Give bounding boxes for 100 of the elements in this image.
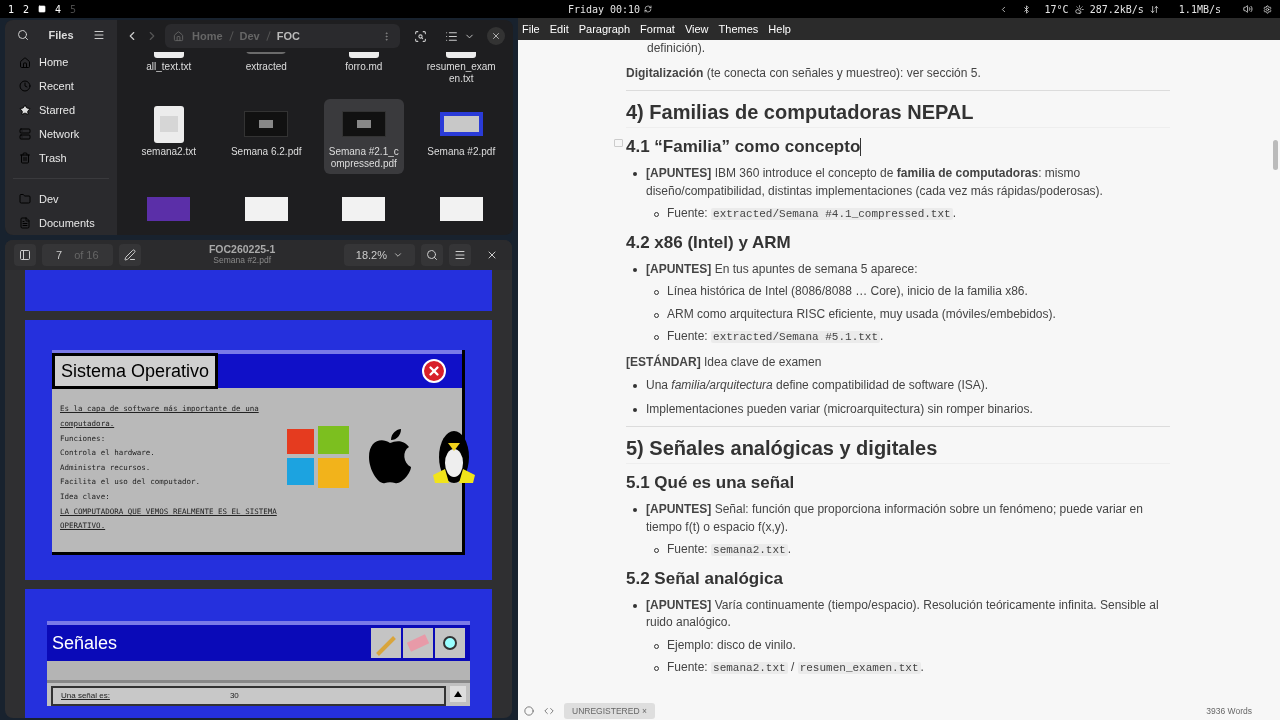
file-tile[interactable]: Semana #2.1_compressed.pdf [324, 99, 404, 174]
workspace-number[interactable]: 2 [23, 1, 30, 17]
sidebar-toggle-icon[interactable] [14, 244, 36, 266]
list-item-text: Ejemplo: disco de vinilo. [667, 636, 796, 654]
menu-item[interactable]: Edit [549, 20, 569, 38]
eraser-icon [403, 628, 433, 659]
file-name: extracted [244, 61, 288, 73]
list-item-text: Línea histórica de Intel (8086/8088 … Core), inicio de la familia x86. [667, 283, 1028, 300]
scrollbar-thumb[interactable] [1273, 140, 1278, 170]
menu-item[interactable]: File [522, 20, 540, 38]
server-icon [19, 128, 31, 141]
sidebar-item[interactable]: Network [39, 126, 80, 143]
breadcrumb-item[interactable]: FOC [276, 27, 300, 45]
document-icon [19, 217, 31, 230]
list-item-text: ARM como arquitectura RISC eficiente, muy usada (móviles/embebidos). [667, 305, 1056, 323]
slide-thumbnail [439, 197, 483, 221]
file-name: resumen_examen.txt [425, 61, 497, 85]
menu-icon[interactable] [449, 244, 471, 266]
text-cursor [860, 138, 862, 156]
bullet-icon [633, 603, 637, 608]
list-item-text: [APUNTES] En tus apuntes de semana 5 aparece: [646, 260, 918, 278]
workspace-number[interactable]: 4 [55, 1, 62, 17]
sidebar-item[interactable]: Recent [39, 78, 74, 95]
close-icon [422, 359, 446, 384]
folder-icon [19, 193, 31, 206]
home-icon [19, 56, 31, 69]
sidebar-item[interactable]: Documents [39, 214, 95, 232]
file-tile[interactable]: Semana #2.pdf [421, 99, 501, 174]
bluetooth-icon[interactable] [1021, 4, 1031, 14]
workspace-number[interactable]: 1 [8, 1, 15, 17]
document-title: FOC260225-1 [208, 244, 276, 255]
menu-item[interactable]: Format [640, 20, 675, 38]
file-tile[interactable]: all_text.txt [129, 52, 209, 89]
menu-icon[interactable] [93, 29, 105, 42]
slide-thumbnail [244, 111, 289, 137]
trash-icon [19, 152, 31, 165]
network-icon [1149, 4, 1159, 14]
scroll-up-icon [450, 686, 466, 703]
path-bar[interactable]: Home Dev FOC [165, 24, 400, 48]
sidebar-item[interactable]: Home [39, 54, 69, 71]
menu-item[interactable]: Paragraph [578, 20, 631, 38]
temperature-text: 17°C [1044, 2, 1069, 17]
pencil-icon [371, 628, 401, 659]
zoom-dropdown[interactable]: 18.2% [343, 244, 415, 266]
slide-title: Sistema Operativo [52, 353, 219, 390]
close-icon[interactable] [487, 27, 505, 45]
file-tile[interactable]: extracted [226, 52, 306, 89]
apple-logo [366, 429, 413, 486]
sidebar-item[interactable]: Starred [39, 102, 76, 119]
subsection-heading: 4.1 “Familia” como concepto [626, 136, 861, 158]
bullet-icon [633, 384, 637, 388]
subsection-heading: 5.1 Qué es una señal [626, 472, 795, 494]
document-icon [153, 105, 184, 143]
file-tile[interactable]: Semana 6.2.pdf [226, 99, 306, 174]
menu-item[interactable]: View [684, 20, 709, 38]
menu-item[interactable]: Help [768, 20, 791, 38]
refresh-icon [644, 5, 653, 13]
upload-speed-text: 287.2kB/s [1089, 2, 1144, 17]
active-workspace-icon[interactable] [38, 5, 47, 13]
sidebar-item[interactable]: Dev [39, 190, 59, 208]
search-icon[interactable] [421, 244, 443, 266]
paragraph-text: [ESTÁNDAR] Idea clave de examen [626, 354, 822, 369]
file-name: semana2.txt [140, 146, 197, 158]
paragraph-text: definición). [647, 41, 706, 55]
subsection-heading: 4.2 x86 (Intel) y ARM [626, 231, 791, 254]
list-view-icon[interactable] [445, 29, 458, 43]
slide-thumbnail [342, 197, 386, 221]
slide-thumbnail [439, 112, 483, 136]
list-item-text: Una familia/arquitectura define compatibilidad de software (ISA). [646, 377, 989, 394]
slide-thumbnail [147, 197, 191, 221]
list-item-text: Fuente: extracted/Semana #5.1.txt . [667, 328, 884, 345]
file-tile[interactable]: forro.md [324, 52, 404, 89]
slide-text: Una señal es: [61, 690, 110, 703]
star-icon [19, 104, 31, 117]
slide-thumbnail [244, 197, 288, 221]
menu-item[interactable]: Themes [718, 20, 759, 38]
settings-icon[interactable] [1263, 4, 1272, 14]
code-icon[interactable] [544, 706, 554, 716]
download-speed-text: 1.1MB/s [1178, 2, 1221, 17]
search-icon[interactable] [414, 29, 427, 43]
clock-text: Friday 00:10 [567, 2, 641, 17]
search-icon[interactable] [17, 29, 29, 42]
window-title: Files [48, 28, 74, 44]
file-tile[interactable]: resumen_examen.txt [421, 52, 501, 89]
volume-icon[interactable] [1243, 4, 1253, 14]
word-count: 3936 Words [1206, 704, 1252, 718]
section-heading: 4) Familias de computadoras NEPAL [626, 101, 974, 123]
file-name: forro.md [344, 61, 384, 73]
slide-thumbnail [341, 111, 386, 137]
heading-marker-icon[interactable] [614, 139, 623, 147]
sidebar-item[interactable]: Trash [39, 150, 67, 167]
file-name: Semana #2.pdf [426, 146, 497, 158]
list-item-text: [APUNTES] IBM 360 introduce el concepto de familia de computadoras: mismo diseño/compatibilidad, distintas implementaciones (cada vez más rápidas/poderosas). [646, 165, 1104, 200]
list-item-text: Implementaciones pueden variar (microarquitectura) sin romper binarios. [646, 400, 1033, 418]
unregistered-badge[interactable]: UNREGISTERED × [564, 702, 655, 720]
magnifier-icon [435, 628, 465, 659]
annotate-icon[interactable] [118, 244, 141, 266]
file-tile[interactable]: semana2.txt [129, 99, 209, 174]
paragraph-text: Digitalización (te conecta con señales y muestreo): ver sección 5. [626, 65, 981, 80]
file-name: Semana 6.2.pdf [230, 146, 303, 158]
